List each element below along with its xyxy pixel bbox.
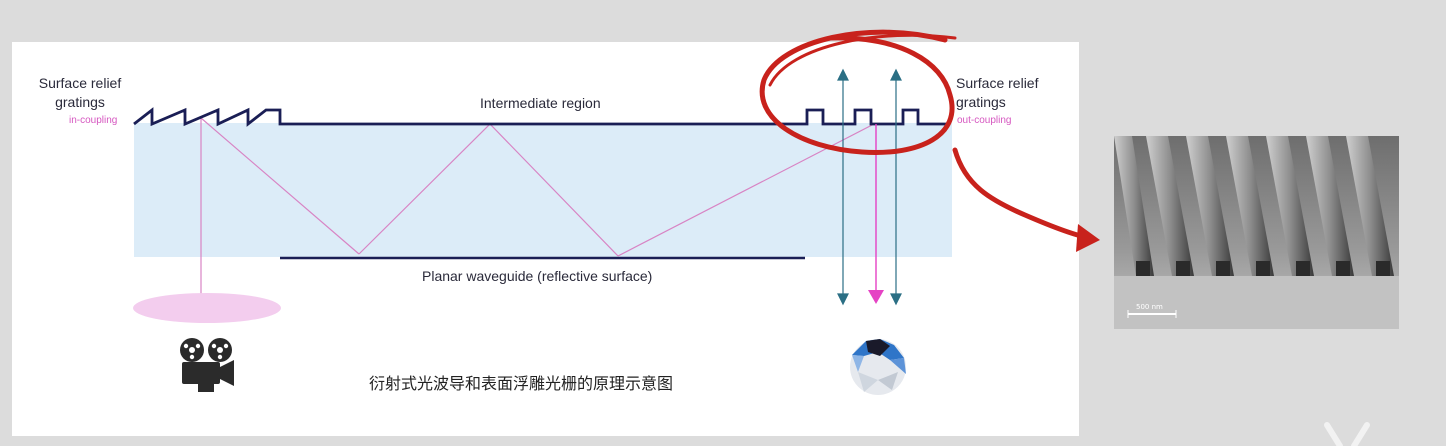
sem-grating-image [1114, 136, 1399, 329]
intermediate-region-label: Intermediate region [480, 95, 601, 111]
planar-waveguide-label: Planar waveguide (reflective surface) [422, 268, 653, 284]
right-grating-title-line2: gratings [956, 94, 1006, 110]
annotation-arrowhead [1076, 224, 1100, 252]
input-light-spot [133, 293, 281, 323]
left-grating-subtitle: in-coupling [69, 115, 118, 126]
left-grating-title: Surface relief gratings [30, 74, 130, 112]
right-grating-subtitle: out-coupling [957, 115, 1012, 126]
left-grating-title-line2: gratings [55, 94, 105, 110]
projector-icon [180, 338, 234, 392]
right-grating-title: Surface relief gratings [956, 74, 1038, 112]
left-grating-title-line1: Surface relief [38, 75, 122, 91]
diagram-caption: 衍射式光波导和表面浮雕光栅的原理示意图 [369, 374, 674, 393]
grating-profile [133, 107, 950, 127]
waveguide-body [134, 123, 952, 257]
right-grating-title-line1: Surface relief [956, 75, 1039, 91]
eye-icon [850, 339, 906, 395]
close-icon [1324, 422, 1370, 446]
scale-bar-label: 500 nm [1136, 303, 1163, 311]
sem-micrograph: 500 nm [1114, 136, 1399, 329]
